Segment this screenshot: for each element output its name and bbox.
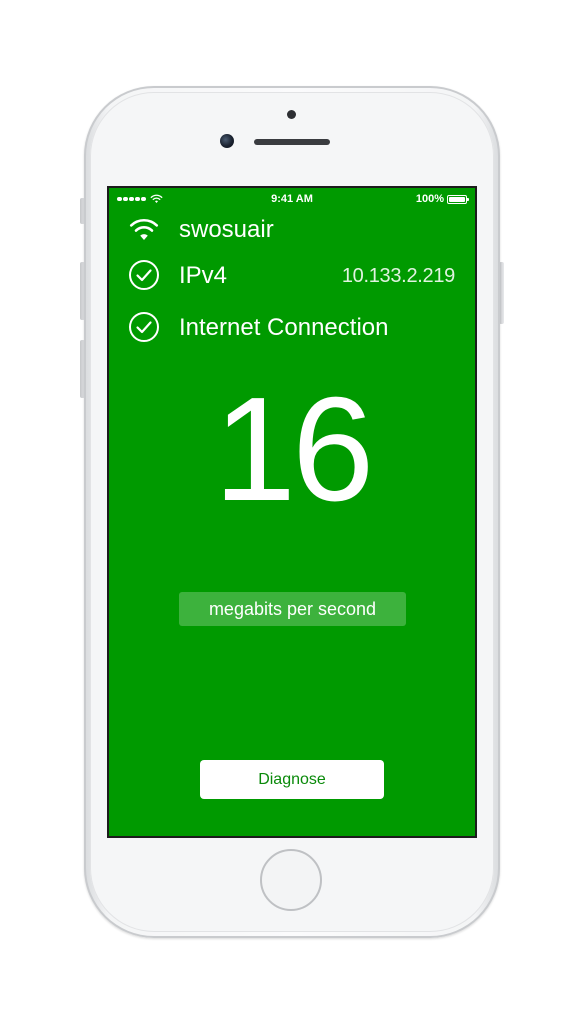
front-camera — [220, 134, 234, 148]
battery-icon — [447, 194, 469, 204]
wifi-icon — [129, 218, 159, 240]
earpiece-speaker — [254, 139, 330, 145]
speed-value: 16 — [213, 367, 375, 532]
checkmark-circle-icon — [129, 312, 159, 342]
ipv4-label: IPv4 — [179, 262, 228, 289]
status-right: 100% — [415, 193, 469, 205]
device-mockup: 9:41 AM 100% swosuair IPv4 10.133.2.219 — [0, 0, 584, 1024]
ipv4-row: IPv4 10.133.2.219 — [109, 256, 475, 292]
proximity-sensor — [287, 110, 296, 119]
internet-connection-label: Internet Connection — [179, 314, 389, 341]
network-name: swosuair — [179, 216, 274, 243]
status-bar: 9:41 AM 100% — [109, 188, 475, 210]
network-row: swosuair — [109, 210, 475, 246]
speed-unit-badge: megabits per second — [179, 592, 406, 626]
app-screen: 9:41 AM 100% swosuair IPv4 10.133.2.219 — [109, 188, 475, 836]
internet-row: Internet Connection — [109, 308, 475, 344]
home-button[interactable] — [260, 849, 322, 911]
diagnose-button[interactable]: Diagnose — [200, 760, 384, 799]
checkmark-circle-icon — [129, 260, 159, 290]
battery-percentage: 100% — [415, 193, 444, 205]
ipv4-address: 10.133.2.219 — [341, 265, 455, 287]
